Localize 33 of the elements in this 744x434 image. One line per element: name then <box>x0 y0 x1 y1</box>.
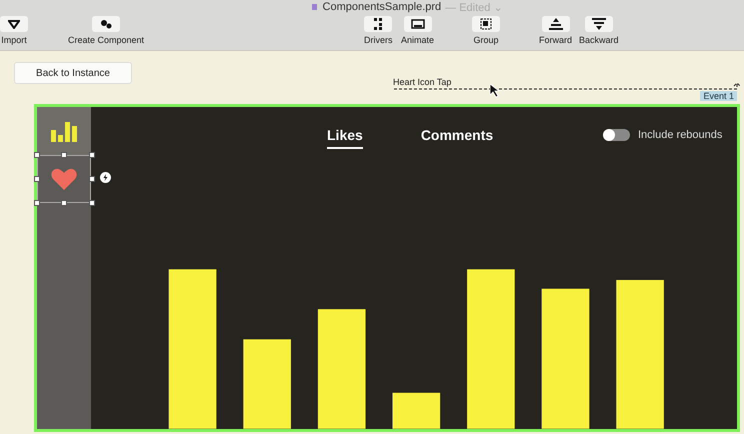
document-icon <box>312 4 317 10</box>
lightning-badge-icon <box>100 172 111 183</box>
back-to-instance-button[interactable]: Back to Instance <box>14 62 132 84</box>
tab[interactable]: Likes <box>327 127 363 149</box>
selection-handle[interactable] <box>89 200 95 206</box>
selection-handle[interactable] <box>34 200 40 206</box>
bring-forward-icon <box>548 18 562 30</box>
selection-handle[interactable] <box>89 176 95 182</box>
event-label: Heart Icon Tap <box>393 77 452 87</box>
toolbar-button[interactable]: Forward <box>539 16 572 45</box>
heart-icon <box>51 168 77 190</box>
bar-chart-icon <box>51 120 77 142</box>
window-title: ComponentsSample.prd <box>322 1 442 13</box>
group-icon <box>480 18 492 30</box>
toggle-switch[interactable] <box>603 129 630 141</box>
send-backward-icon <box>592 18 606 30</box>
event-tag: Event 1 <box>700 91 737 101</box>
toolbar-button[interactable]: Backward <box>579 16 619 45</box>
selection-handle[interactable] <box>61 200 67 206</box>
dots-icon <box>374 18 382 30</box>
selection-handle[interactable] <box>61 152 67 158</box>
toolbar-button[interactable]: Animate <box>401 16 434 45</box>
toggle-label: Include rebounds <box>638 129 722 141</box>
triangle-icon <box>8 20 20 28</box>
selection-handle[interactable] <box>89 152 95 158</box>
sidebar-item[interactable] <box>37 107 91 155</box>
tab[interactable]: Comments <box>420 127 494 149</box>
screen-icon <box>410 19 425 29</box>
cursor-icon <box>490 84 500 98</box>
selection-handle[interactable] <box>34 176 40 182</box>
toolbar-button[interactable]: Create Component <box>68 16 144 45</box>
chart-bar <box>392 393 440 429</box>
selection-handle[interactable] <box>34 152 40 158</box>
